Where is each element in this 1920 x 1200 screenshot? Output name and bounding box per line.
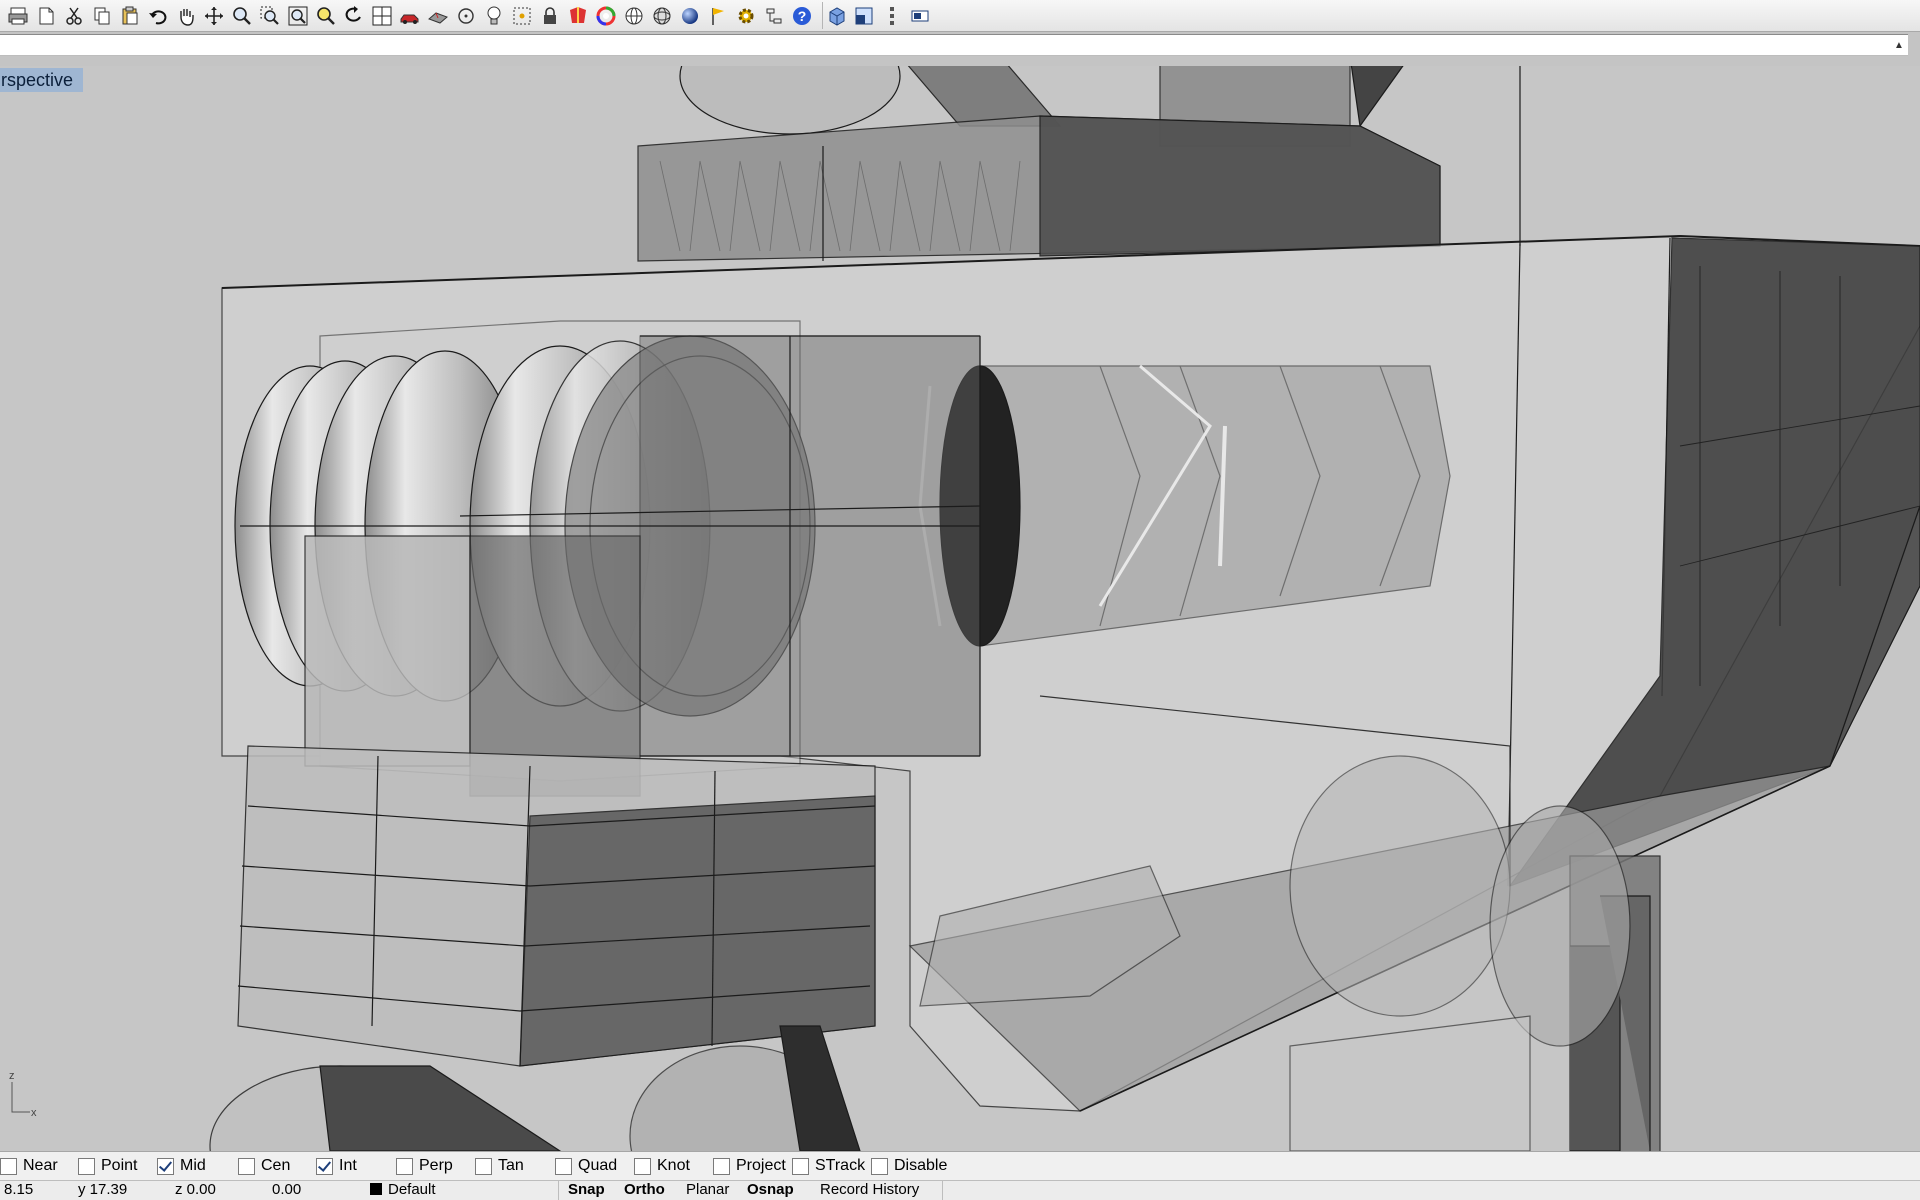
- command-input[interactable]: [0, 35, 1888, 55]
- mesh-sphere-icon[interactable]: [648, 2, 676, 29]
- osnap-quad-checkbox[interactable]: [555, 1157, 572, 1175]
- osnap-project-checkbox[interactable]: [713, 1157, 730, 1175]
- zoom-extents-icon[interactable]: [284, 2, 312, 29]
- coord-y: y 17.39: [78, 1181, 128, 1198]
- coord-z: z 0.00: [175, 1181, 216, 1198]
- viewport-layout-icon[interactable]: [850, 2, 878, 29]
- status-divider: [558, 1181, 559, 1200]
- pan-icon[interactable]: [172, 2, 200, 29]
- osnap-tan[interactable]: Tan: [475, 1156, 524, 1176]
- sphere-wire-icon[interactable]: [620, 2, 648, 29]
- osnap-tan-checkbox[interactable]: [475, 1157, 492, 1175]
- osnap-mid-checkbox[interactable]: [157, 1157, 174, 1175]
- osnap-perp-checkbox[interactable]: [396, 1157, 413, 1175]
- zoom-icon[interactable]: [228, 2, 256, 29]
- rotate-view-icon[interactable]: [200, 2, 228, 29]
- osnap-int-checkbox[interactable]: [316, 1157, 333, 1175]
- osnap-disable[interactable]: Disable: [871, 1156, 947, 1176]
- coord-x: 8.15: [4, 1181, 34, 1198]
- command-line: ▲: [0, 34, 1908, 56]
- status-divider: [942, 1181, 943, 1200]
- model-icon[interactable]: [424, 2, 452, 29]
- planar-button[interactable]: Planar: [686, 1181, 729, 1200]
- undo-view-icon[interactable]: [340, 2, 368, 29]
- axis-z-label: z: [9, 1070, 15, 1082]
- paste-icon[interactable]: [116, 2, 144, 29]
- osnap-near[interactable]: Near: [0, 1156, 58, 1176]
- osnap-cen-checkbox[interactable]: [238, 1157, 255, 1175]
- osnap-int[interactable]: Int: [316, 1156, 357, 1176]
- model-geometry: [209, 66, 1920, 1151]
- car-icon[interactable]: [396, 2, 424, 29]
- osnap-near-label: Near: [23, 1157, 58, 1174]
- osnap-point-checkbox[interactable]: [78, 1157, 95, 1175]
- point-icon[interactable]: [508, 2, 536, 29]
- axis-indicator: z x: [9, 1070, 37, 1119]
- osnap-project-label: Project: [736, 1157, 786, 1174]
- copy-icon[interactable]: [88, 2, 116, 29]
- osnap-perp[interactable]: Perp: [396, 1156, 453, 1176]
- axis-x-label: x: [31, 1107, 37, 1119]
- osnap-point[interactable]: Point: [78, 1156, 137, 1176]
- osnap-strack-label: STrack: [815, 1157, 866, 1174]
- osnap-mid-label: Mid: [180, 1157, 206, 1174]
- color-wheel-icon[interactable]: [592, 2, 620, 29]
- status-bar: 8.15 y 17.39 z 0.00 0.00 Default Snap Or…: [0, 1180, 1920, 1200]
- circle-icon[interactable]: [452, 2, 480, 29]
- osnap-knot-checkbox[interactable]: [634, 1157, 651, 1175]
- distance-readout: 0.00: [272, 1181, 302, 1198]
- osnap-tan-label: Tan: [498, 1157, 524, 1174]
- light-icon[interactable]: [480, 2, 508, 29]
- scroll-icon[interactable]: ▲: [1890, 35, 1908, 55]
- layer-name: Default: [388, 1181, 436, 1198]
- help-icon[interactable]: ?: [788, 2, 816, 29]
- osnap-strack-checkbox[interactable]: [792, 1157, 809, 1175]
- osnap-bar: Near Point Mid Cen Int Perp Tan Quad Kno…: [0, 1151, 1920, 1180]
- print-icon[interactable]: [4, 2, 32, 29]
- osnap-near-checkbox[interactable]: [0, 1157, 17, 1175]
- osnap-disable-label: Disable: [894, 1157, 948, 1174]
- layer-color-swatch: [370, 1183, 382, 1195]
- osnap-mid[interactable]: Mid: [157, 1156, 206, 1176]
- ortho-button[interactable]: Ortho: [624, 1181, 665, 1200]
- snap-button[interactable]: Snap: [568, 1181, 605, 1200]
- osnap-knot[interactable]: Knot: [634, 1156, 690, 1176]
- osnap-quad[interactable]: Quad: [555, 1156, 617, 1176]
- osnap-cen[interactable]: Cen: [238, 1156, 290, 1176]
- zoom-window-icon[interactable]: [256, 2, 284, 29]
- vertical-dots-icon[interactable]: [878, 2, 906, 29]
- osnap-strack[interactable]: STrack: [792, 1156, 865, 1176]
- svg-text:?: ?: [798, 8, 807, 24]
- small-window-icon[interactable]: [906, 2, 934, 29]
- settings-gear-icon[interactable]: [732, 2, 760, 29]
- osnap-button[interactable]: Osnap: [747, 1181, 794, 1200]
- perspective-viewport[interactable]: rspective z x: [0, 66, 1920, 1151]
- flag-icon[interactable]: [704, 2, 732, 29]
- osnap-cen-label: Cen: [261, 1157, 291, 1174]
- zoom-selected-icon[interactable]: [312, 2, 340, 29]
- osnap-disable-checkbox[interactable]: [871, 1157, 888, 1175]
- osnap-quad-label: Quad: [578, 1157, 618, 1174]
- viewport-title[interactable]: rspective: [0, 68, 84, 92]
- record-history-button[interactable]: Record History: [820, 1181, 919, 1200]
- lock-icon[interactable]: [536, 2, 564, 29]
- osnap-int-label: Int: [339, 1157, 357, 1174]
- tools-icon[interactable]: [760, 2, 788, 29]
- cut-icon[interactable]: [60, 2, 88, 29]
- osnap-knot-label: Knot: [657, 1157, 690, 1174]
- box-view-icon[interactable]: [822, 2, 850, 29]
- layer-indicator[interactable]: Default: [370, 1181, 436, 1200]
- osnap-project[interactable]: Project: [713, 1156, 786, 1176]
- osnap-point-label: Point: [101, 1157, 138, 1174]
- four-viewports-icon[interactable]: [368, 2, 396, 29]
- osnap-perp-label: Perp: [419, 1157, 453, 1174]
- new-file-icon[interactable]: [32, 2, 60, 29]
- rendered-sphere-icon[interactable]: [676, 2, 704, 29]
- main-toolbar: ?: [0, 0, 1920, 32]
- shield-icon[interactable]: [564, 2, 592, 29]
- undo-icon[interactable]: [144, 2, 172, 29]
